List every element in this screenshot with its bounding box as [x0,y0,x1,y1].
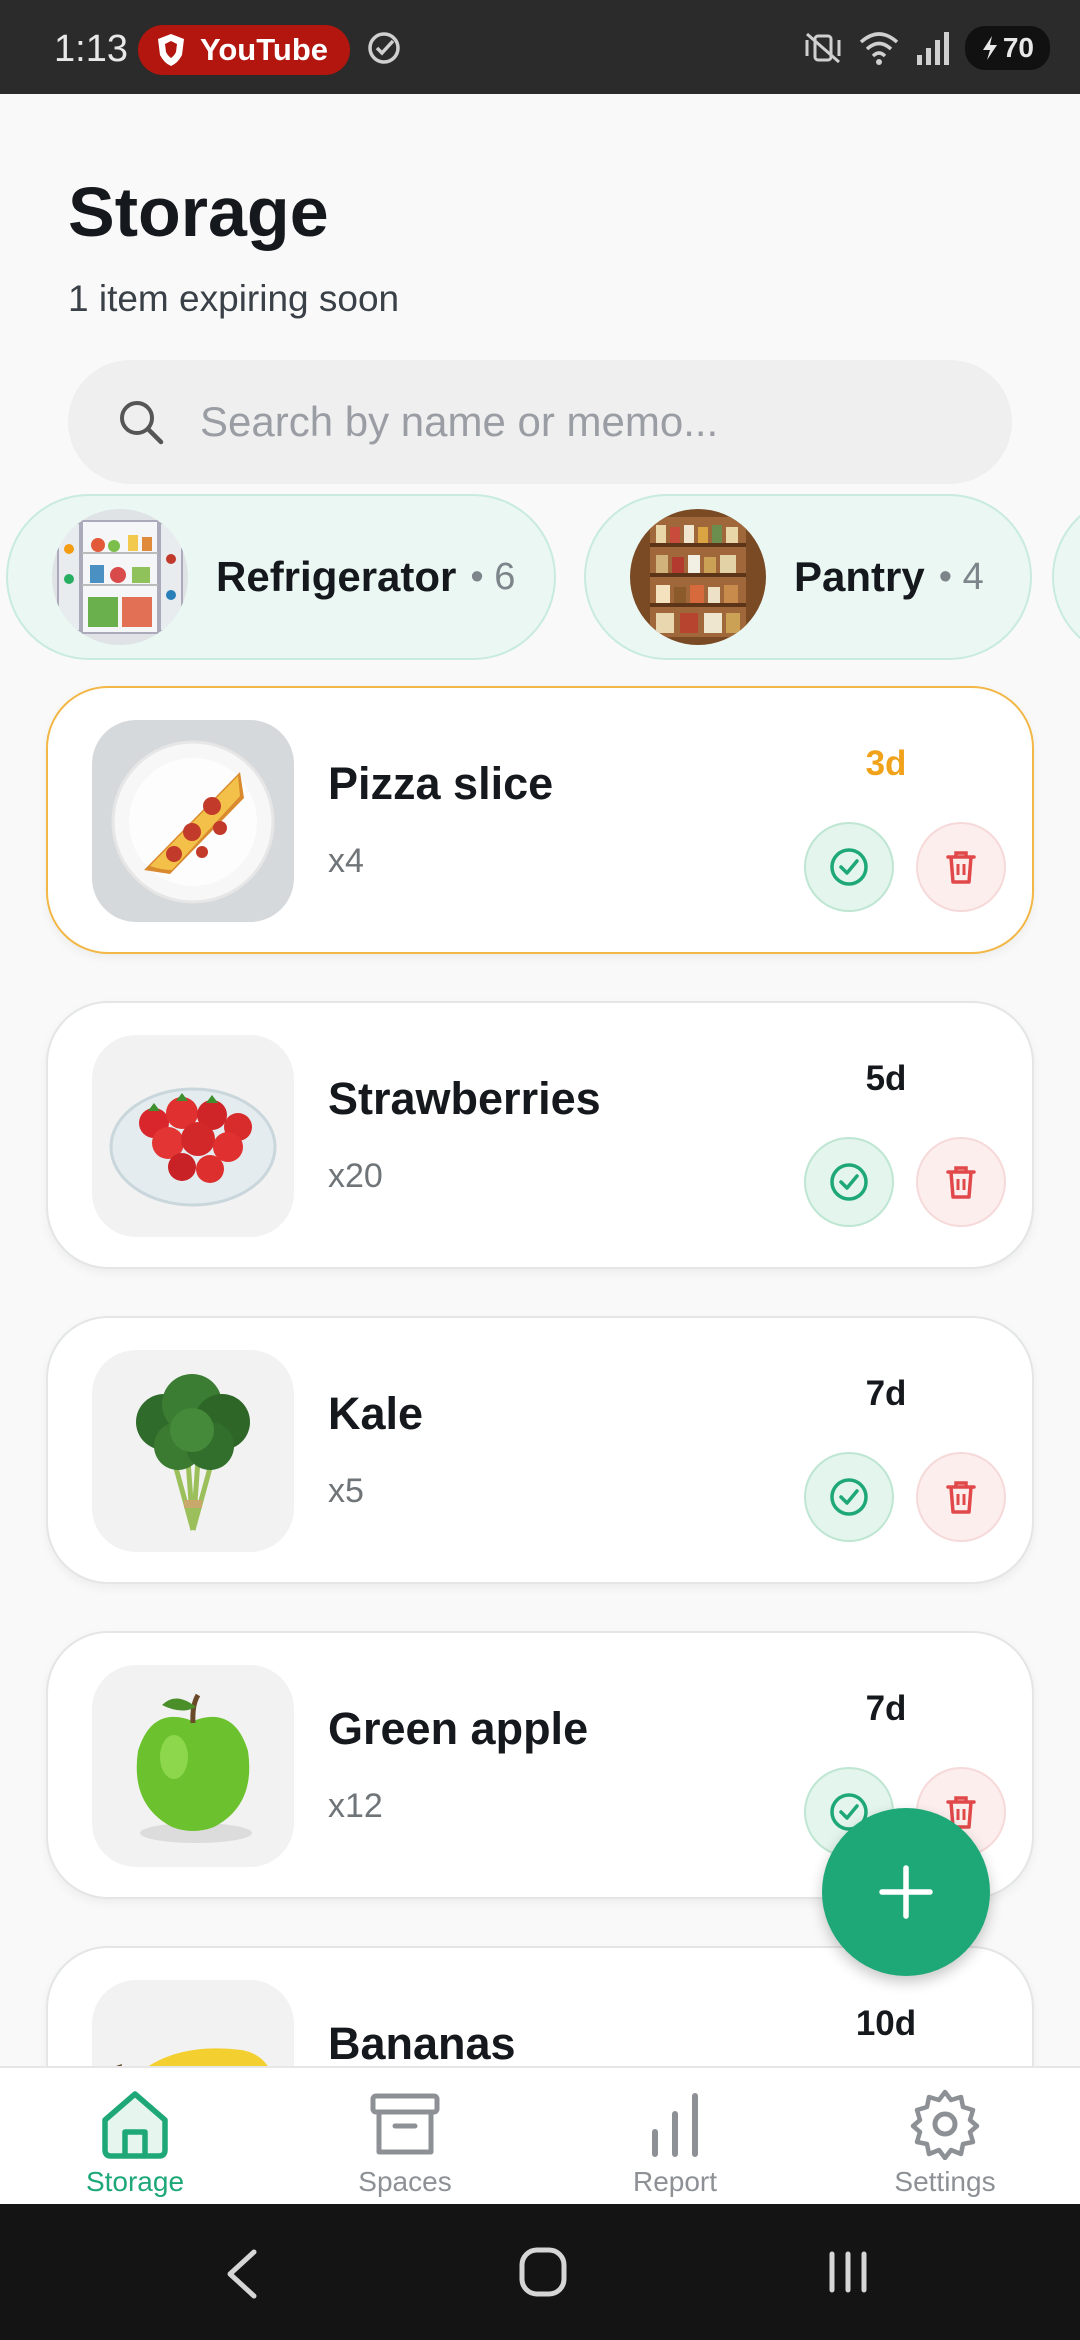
back-icon[interactable] [222,2248,262,2300]
chip-refrigerator[interactable]: Refrigerator • 6 [6,494,556,660]
item-name: Strawberries [328,1073,601,1124]
space-filter-chips: Refrigerator • 6 Pantry • 4 [6,494,1080,662]
pizza-slice-image [92,720,294,922]
check-circle-status-icon [368,32,400,64]
app-pill-label: YouTube [200,32,328,67]
chip-count: • 6 [470,555,516,598]
nav-storage[interactable]: Storage [0,2068,270,2204]
item-name: Green apple [328,1703,589,1754]
mark-used-button[interactable] [804,1452,894,1542]
item-name: Pizza slice [328,758,554,809]
check-circle-icon [830,1163,868,1201]
system-navigation-bar [0,2204,1080,2340]
search-icon [120,401,164,445]
status-bar: 1:13 YouTube 70 [0,0,1080,94]
charging-bolt-icon [982,36,997,60]
refrigerator-thumbnail [52,509,188,645]
item-quantity: x5 [328,1472,364,1510]
signal-icon [916,32,949,65]
chip-label: Pantry [794,553,925,600]
check-circle-icon [830,848,868,886]
item-quantity: x20 [328,1157,383,1195]
days-left-badge: 5d [865,1059,907,1098]
item-name: Kale [328,1388,424,1439]
green-apple-image [92,1665,294,1867]
nav-spaces[interactable]: Spaces [270,2068,540,2204]
check-circle-icon [830,1478,868,1516]
battery-level: 70 [1002,32,1034,63]
bar-chart-icon [652,2093,698,2157]
plus-icon [879,1865,933,1919]
page-subtitle: 1 item expiring soon [68,278,400,319]
item-card-kale[interactable]: Kale x5 7d [46,1316,1034,1584]
recents-icon[interactable] [824,2248,872,2296]
chip-pantry[interactable]: Pantry • 4 [584,494,1032,660]
status-icons: 70 [803,26,1050,70]
search-bar[interactable] [68,360,1012,484]
bottom-navigation: Storage Spaces Report Settings [0,2066,1080,2204]
kale-image [92,1350,294,1552]
delete-button[interactable] [916,1452,1006,1542]
delete-button[interactable] [916,822,1006,912]
delete-button[interactable] [916,1137,1006,1227]
item-card-pizza-slice[interactable]: Pizza slice x4 3d [46,686,1034,954]
nav-settings[interactable]: Settings [810,2068,1080,2204]
home-icon [102,2091,168,2159]
battery-indicator: 70 [964,26,1050,70]
chip-next-space[interactable] [1052,494,1080,660]
page-title: Storage [68,173,329,251]
pantry-thumbnail [630,509,766,645]
nav-label: Settings [894,2166,996,2197]
nav-label: Spaces [358,2166,452,2197]
archive-box-icon [370,2093,440,2155]
item-quantity: x12 [328,1787,383,1825]
item-card-strawberries[interactable]: Strawberries x20 5d [46,1001,1034,1269]
mark-used-button[interactable] [804,822,894,912]
wifi-icon [859,32,899,65]
days-left-badge: 10d [855,2004,917,2043]
search-input[interactable] [200,398,980,446]
youtube-pill[interactable]: YouTube [138,25,350,75]
gear-icon [910,2089,980,2160]
add-item-button[interactable] [822,1808,990,1976]
item-quantity: x4 [328,842,364,880]
brave-shield-icon [158,34,184,66]
chip-count: • 4 [938,555,984,598]
trash-icon [946,851,976,884]
item-name: Bananas [328,2018,516,2069]
trash-icon [946,1166,976,1199]
mark-used-button[interactable] [804,1137,894,1227]
status-time: 1:13 [54,28,128,70]
nav-report[interactable]: Report [540,2068,810,2204]
days-left-badge: 7d [865,1374,907,1413]
trash-icon [946,1481,976,1514]
nav-label: Report [632,2166,718,2197]
days-left-badge: 7d [865,1689,907,1728]
days-left-badge: 3d [865,744,907,783]
nav-label: Storage [85,2166,185,2197]
home-button-icon[interactable] [518,2246,568,2298]
strawberries-image [92,1035,294,1237]
mute-vibrate-icon [805,32,841,64]
chip-label: Refrigerator [216,553,457,600]
